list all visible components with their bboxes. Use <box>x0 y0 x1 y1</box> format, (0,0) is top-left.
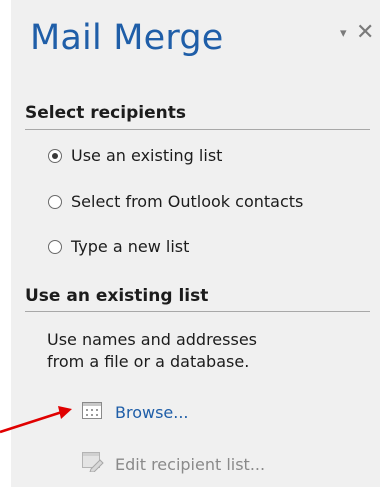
mail-merge-pane: Mail Merge ▾ ✕ Select recipients Use an … <box>0 0 380 487</box>
annotation-arrow <box>0 406 72 434</box>
